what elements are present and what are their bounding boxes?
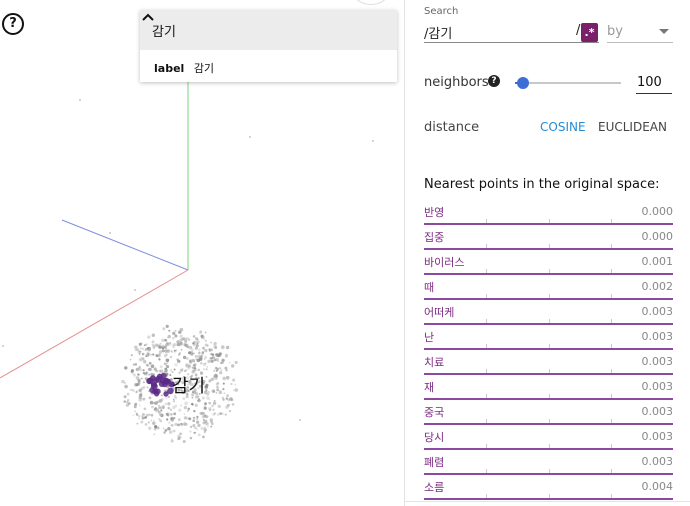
nearest-point-distance: 0.001: [641, 255, 674, 268]
nearest-point-word[interactable]: 난: [424, 329, 434, 345]
nearest-points-list: 반영 0.000 집중 0.000 바이러스 0.001 때 0.002 어떠케 0.003 난 0.…: [424, 200, 673, 500]
nearest-point-item[interactable]: 난 0.003: [424, 325, 673, 350]
nearest-point-word[interactable]: 재: [424, 379, 434, 395]
inspector-panel: Search /감기 / .* by neighbors ? 100 dista…: [404, 0, 690, 506]
selected-points: [146, 372, 175, 397]
nearest-point-distance: 0.003: [641, 380, 674, 393]
help-icon[interactable]: ?: [2, 13, 24, 35]
nearest-point-word[interactable]: 당시: [424, 429, 444, 445]
projection-canvas[interactable]: ? 감기 감기 label 감기: [0, 0, 404, 506]
help-icon[interactable]: ?: [488, 75, 500, 87]
nearest-point-item[interactable]: 치료 0.003: [424, 350, 673, 375]
nearest-point-distance: 0.003: [641, 330, 674, 343]
distance-euclidean-option[interactable]: EUCLIDEAN: [598, 120, 667, 134]
neighbors-input[interactable]: 100: [636, 73, 672, 94]
nearest-point-item[interactable]: 집중 0.000: [424, 225, 673, 250]
nearest-point-distance: 0.003: [641, 405, 674, 418]
nearest-point-word[interactable]: 바이러스: [424, 254, 464, 270]
search-input-end-slash: /: [576, 23, 581, 38]
neighbors-input-value[interactable]: 100: [637, 75, 662, 90]
nearest-point-word[interactable]: 어떠케: [424, 304, 454, 320]
neighbors-slider[interactable]: [515, 77, 621, 89]
nearest-point-distance: 0.002: [641, 280, 674, 293]
nearest-point-distance: 0.000: [641, 230, 674, 243]
info-card-row: label 감기: [140, 50, 397, 76]
nearest-point-distance: 0.003: [641, 430, 674, 443]
nearest-point-word[interactable]: 소름: [424, 479, 444, 495]
search-input[interactable]: /감기 /: [424, 22, 599, 43]
regex-toggle-button[interactable]: .*: [581, 23, 598, 42]
panel-divider: [405, 501, 690, 502]
info-label-value: 감기: [193, 62, 215, 75]
nearest-point-distance: 0.003: [641, 305, 674, 318]
dropdown-arrow-icon: [659, 29, 669, 34]
nearest-point-item[interactable]: 재 0.003: [424, 375, 673, 400]
info-card-header[interactable]: 감기: [140, 10, 397, 50]
nearest-point-distance: 0.000: [641, 205, 674, 218]
info-card: 감기 label 감기: [140, 10, 397, 82]
nearest-point-distance: 0.004: [641, 480, 674, 493]
nearest-point-item[interactable]: 어떠케 0.003: [424, 300, 673, 325]
search-by-select[interactable]: by: [607, 22, 673, 43]
info-label-key: label: [154, 62, 185, 75]
search-by-placeholder: by: [607, 24, 623, 39]
nearest-point-word[interactable]: 치료: [424, 354, 444, 370]
nearest-point-word[interactable]: 폐렴: [424, 454, 444, 470]
neighbors-label: neighbors: [424, 75, 489, 90]
point-label: 감기: [172, 376, 206, 397]
distance-label: distance: [424, 120, 480, 135]
nearest-point-distance: 0.003: [641, 355, 674, 368]
chevron-up-icon[interactable]: [140, 10, 156, 26]
search-input-value[interactable]: /감기: [424, 23, 452, 42]
nearest-point-item[interactable]: 소름 0.004: [424, 475, 673, 500]
nearest-point-word[interactable]: 중국: [424, 404, 444, 420]
neighbors-slider-thumb[interactable]: [517, 77, 530, 89]
axis-z: [61, 219, 189, 271]
nearest-point-item[interactable]: 당시 0.003: [424, 425, 673, 450]
distance-cosine-option[interactable]: COSINE: [540, 120, 586, 134]
nearest-point-item[interactable]: 폐렴 0.003: [424, 450, 673, 475]
distance-bar: [424, 498, 673, 500]
axis-x: [0, 269, 189, 379]
nearest-point-word[interactable]: 집중: [424, 229, 444, 245]
nearest-point-distance: 0.003: [641, 455, 674, 468]
nearest-point-item[interactable]: 중국 0.003: [424, 400, 673, 425]
nearest-point-word[interactable]: 때: [424, 279, 434, 295]
nearest-points-title: Nearest points in the original space:: [424, 177, 660, 192]
nearest-point-item[interactable]: 바이러스 0.001: [424, 250, 673, 275]
nearest-point-item[interactable]: 반영 0.000: [424, 200, 673, 225]
nearest-point-item[interactable]: 때 0.002: [424, 275, 673, 300]
nearest-point-word[interactable]: 반영: [424, 204, 444, 220]
search-label: Search: [424, 6, 459, 17]
